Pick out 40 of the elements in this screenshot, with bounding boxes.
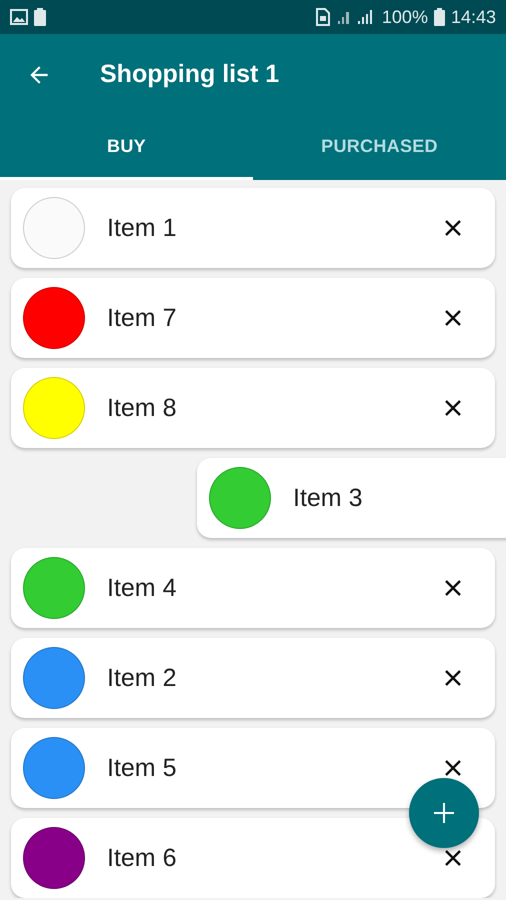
- close-icon: [445, 760, 461, 776]
- close-button[interactable]: [445, 760, 461, 776]
- close-icon: [445, 310, 461, 326]
- item-card[interactable]: Item 1: [11, 188, 495, 268]
- battery-percentage: 100%: [382, 6, 428, 28]
- close-button[interactable]: [445, 850, 461, 866]
- close-button[interactable]: [445, 670, 461, 686]
- clock-time: 14:43: [450, 6, 496, 28]
- item-name: Item 8: [107, 394, 178, 422]
- close-icon: [445, 670, 461, 686]
- tab[interactable]: BUY: [0, 115, 253, 180]
- item-card[interactable]: Item 4: [11, 548, 495, 628]
- item-card[interactable]: Item 8: [11, 368, 495, 448]
- close-icon: [445, 220, 461, 236]
- item-name: Item 5: [107, 754, 178, 782]
- item-name: Item 6: [107, 844, 178, 872]
- item-name: Item 4: [107, 574, 178, 602]
- item-name: Item 2: [107, 664, 178, 692]
- close-button[interactable]: [445, 310, 461, 326]
- close-button[interactable]: [445, 400, 461, 416]
- screen-title: Shopping list 1: [100, 60, 280, 89]
- sim-card-icon: [316, 8, 330, 26]
- item-name: Item 1: [107, 214, 178, 242]
- close-icon: [445, 580, 461, 596]
- item-card[interactable]: Item 6: [11, 818, 495, 898]
- close-icon: [445, 400, 461, 416]
- image-icon: [10, 9, 28, 25]
- tab[interactable]: PURCHASED: [253, 115, 506, 180]
- battery-icon: [434, 8, 445, 26]
- item-card[interactable]: Item 2: [11, 638, 495, 718]
- item-card[interactable]: Item 7: [11, 278, 495, 358]
- item-name: Item 7: [107, 304, 178, 332]
- close-button[interactable]: [445, 580, 461, 596]
- close-button[interactable]: [445, 220, 461, 236]
- plus-icon: [432, 801, 456, 825]
- close-icon: [445, 850, 461, 866]
- item-name: Item 3: [293, 484, 364, 512]
- item-card[interactable]: Item 5: [11, 728, 495, 808]
- battery-saver-icon: [34, 8, 46, 26]
- item-card[interactable]: Item 3: [197, 458, 506, 538]
